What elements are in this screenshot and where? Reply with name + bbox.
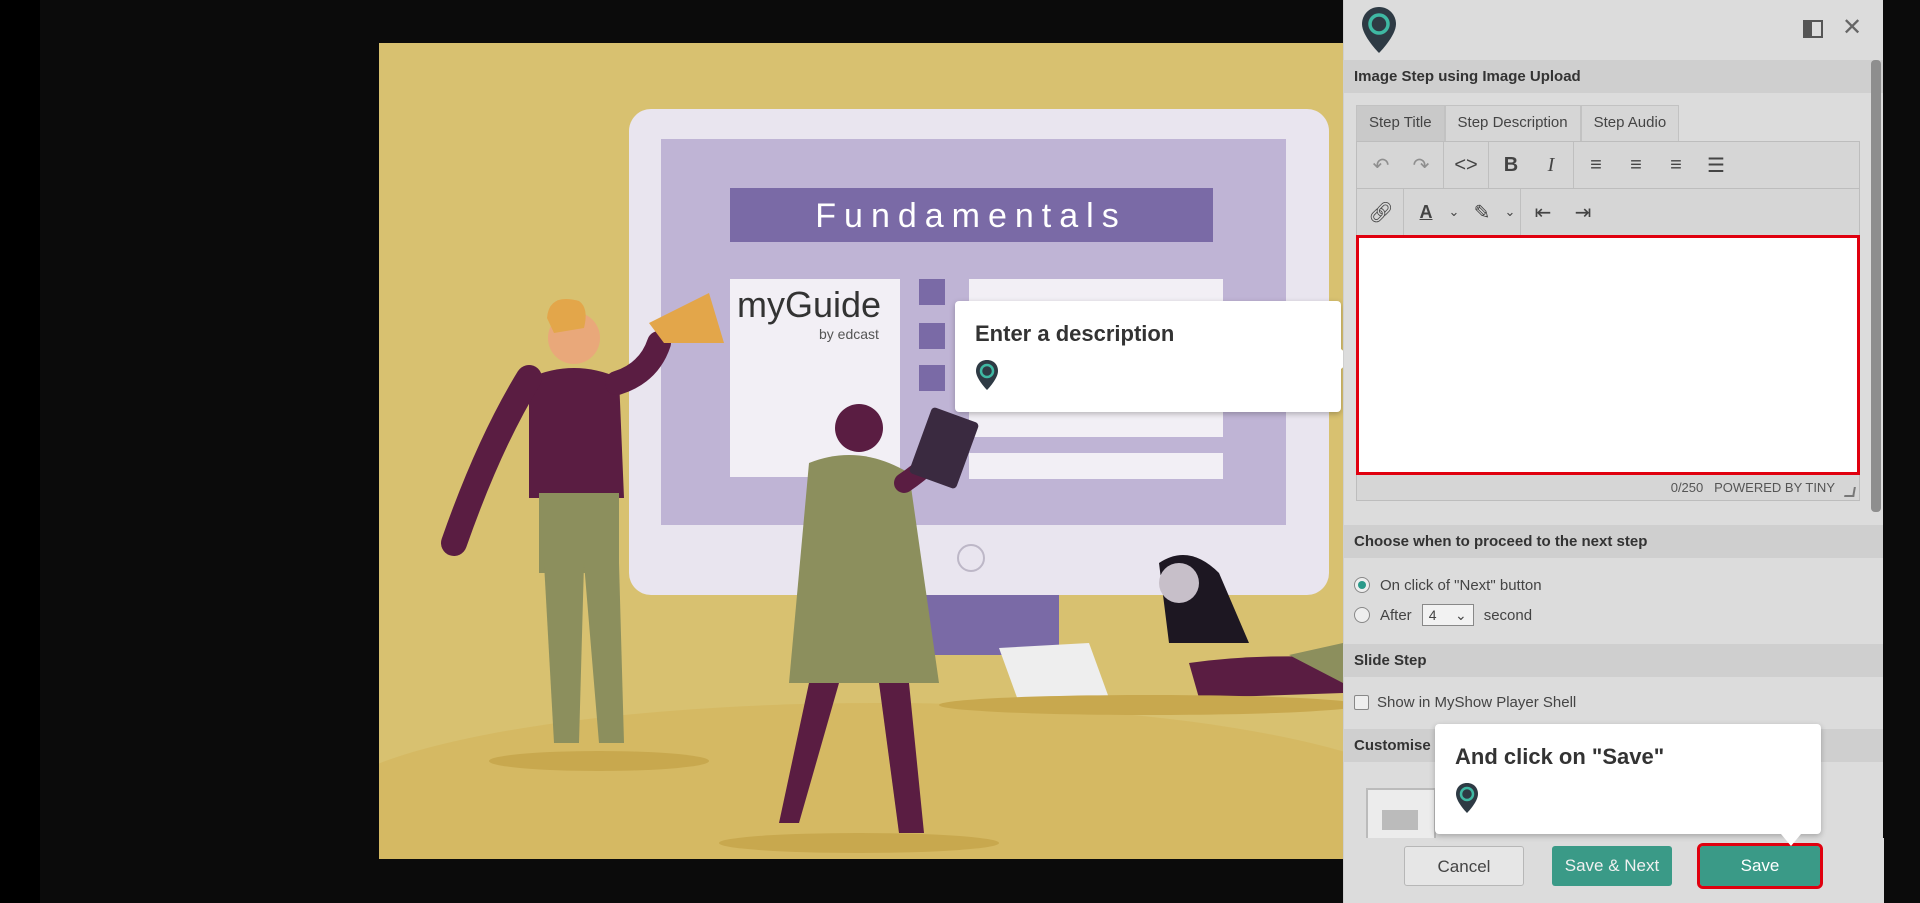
outdent-icon[interactable]: ⇤ bbox=[1523, 194, 1563, 230]
tooltip-click-save: And click on "Save" bbox=[1435, 724, 1821, 846]
show-in-player-label: Show in MyShow Player Shell bbox=[1377, 693, 1577, 711]
cancel-button[interactable]: Cancel bbox=[1404, 846, 1524, 886]
screen: Fundamentals myGuide by edcast Enter a d… bbox=[0, 0, 1920, 903]
undo-icon[interactable]: ↶ bbox=[1361, 147, 1401, 183]
tab-step-description[interactable]: Step Description bbox=[1444, 105, 1581, 141]
chevron-down-icon: ⌄ bbox=[1454, 606, 1467, 623]
step-tabs: Step Title Step Description Step Audio bbox=[1356, 105, 1860, 141]
tooltip-save-text: And click on "Save" bbox=[1455, 744, 1665, 769]
align-right-icon[interactable]: ≡ bbox=[1656, 147, 1696, 183]
seconds-select[interactable]: 4 ⌄ bbox=[1421, 604, 1474, 626]
rich-text-editor: Step Title Step Description Step Audio ↶… bbox=[1356, 105, 1860, 501]
resize-handle-icon[interactable] bbox=[1844, 487, 1856, 497]
save-next-button[interactable]: Save & Next bbox=[1552, 846, 1672, 886]
save-button[interactable]: Save bbox=[1697, 843, 1823, 889]
logo-sub: by edcast bbox=[819, 326, 879, 342]
chevron-down-icon[interactable]: ⌄ bbox=[1502, 194, 1518, 230]
slide-section-title: Slide Step bbox=[1344, 644, 1883, 677]
editor-toolbar-row-2: 🔗︎ A ⌄ ✎ ⌄ ⇤ ⇥ bbox=[1356, 188, 1860, 235]
align-left-icon[interactable]: ≡ bbox=[1576, 147, 1616, 183]
text-color-icon[interactable]: A bbox=[1406, 194, 1446, 230]
link-icon[interactable]: 🔗︎ bbox=[1361, 194, 1401, 230]
tab-step-title[interactable]: Step Title bbox=[1356, 105, 1445, 141]
italic-icon[interactable]: I bbox=[1531, 147, 1571, 183]
option-next-label: On click of "Next" button bbox=[1380, 576, 1542, 594]
bold-icon[interactable]: B bbox=[1491, 147, 1531, 183]
myguide-logo-icon bbox=[1362, 7, 1396, 53]
panel-footer: Cancel Save & Next Save bbox=[1344, 838, 1884, 903]
option-next-button[interactable]: On click of "Next" button bbox=[1344, 570, 1883, 600]
slide-image: Fundamentals myGuide by edcast bbox=[379, 43, 1343, 859]
myguide-pin-icon bbox=[1456, 783, 1478, 813]
highlight-icon[interactable]: ✎ bbox=[1462, 194, 1502, 230]
radio-selected-icon[interactable] bbox=[1354, 577, 1370, 593]
radio-icon[interactable] bbox=[1354, 607, 1370, 623]
align-center-icon[interactable]: ≡ bbox=[1616, 147, 1656, 183]
show-in-player-option[interactable]: Show in MyShow Player Shell bbox=[1344, 687, 1883, 717]
section-title: Image Step using Image Upload bbox=[1344, 60, 1883, 93]
dock-panel-icon[interactable] bbox=[1803, 20, 1823, 38]
panel-header: ✕ bbox=[1344, 0, 1883, 60]
chevron-down-icon[interactable]: ⌄ bbox=[1446, 194, 1462, 230]
left-strip bbox=[0, 0, 40, 903]
tab-step-audio[interactable]: Step Audio bbox=[1580, 105, 1680, 141]
myguide-pin-icon bbox=[976, 360, 998, 390]
close-icon[interactable]: ✕ bbox=[1841, 16, 1863, 40]
woman-figure bbox=[835, 404, 883, 452]
tooltip-desc-text: Enter a description bbox=[975, 321, 1175, 346]
indent-icon[interactable]: ⇥ bbox=[1563, 194, 1603, 230]
source-code-icon[interactable]: <> bbox=[1446, 147, 1486, 183]
char-counter: 0/250 bbox=[1670, 480, 1704, 495]
powered-by: POWERED BY TINY bbox=[1714, 480, 1835, 495]
redo-icon[interactable]: ↷ bbox=[1401, 147, 1441, 183]
option-after-unit: second bbox=[1483, 606, 1533, 624]
editor-statusbar: 0/250 POWERED BY TINY bbox=[1356, 475, 1860, 501]
panel-scrollbar[interactable] bbox=[1871, 60, 1881, 512]
editor-toolbar-row-1: ↶ ↷ <> B I ≡ ≡ ≡ ☰ bbox=[1356, 141, 1860, 188]
seconds-value: 4 bbox=[1428, 607, 1437, 623]
justify-icon[interactable]: ☰ bbox=[1696, 147, 1736, 183]
description-editor[interactable] bbox=[1356, 235, 1860, 475]
banner-title: Fundamentals bbox=[815, 197, 1126, 235]
tooltip-enter-description: Enter a description bbox=[955, 301, 1353, 412]
proceed-section-title: Choose when to proceed to the next step bbox=[1344, 525, 1883, 558]
logo-text: myGuide bbox=[737, 284, 881, 325]
option-after-seconds[interactable]: After 4 ⌄ second bbox=[1344, 600, 1883, 630]
option-after-label: After bbox=[1380, 606, 1412, 624]
checkbox-icon[interactable] bbox=[1354, 694, 1369, 710]
slide-illustration: Fundamentals myGuide by edcast bbox=[379, 43, 1343, 859]
